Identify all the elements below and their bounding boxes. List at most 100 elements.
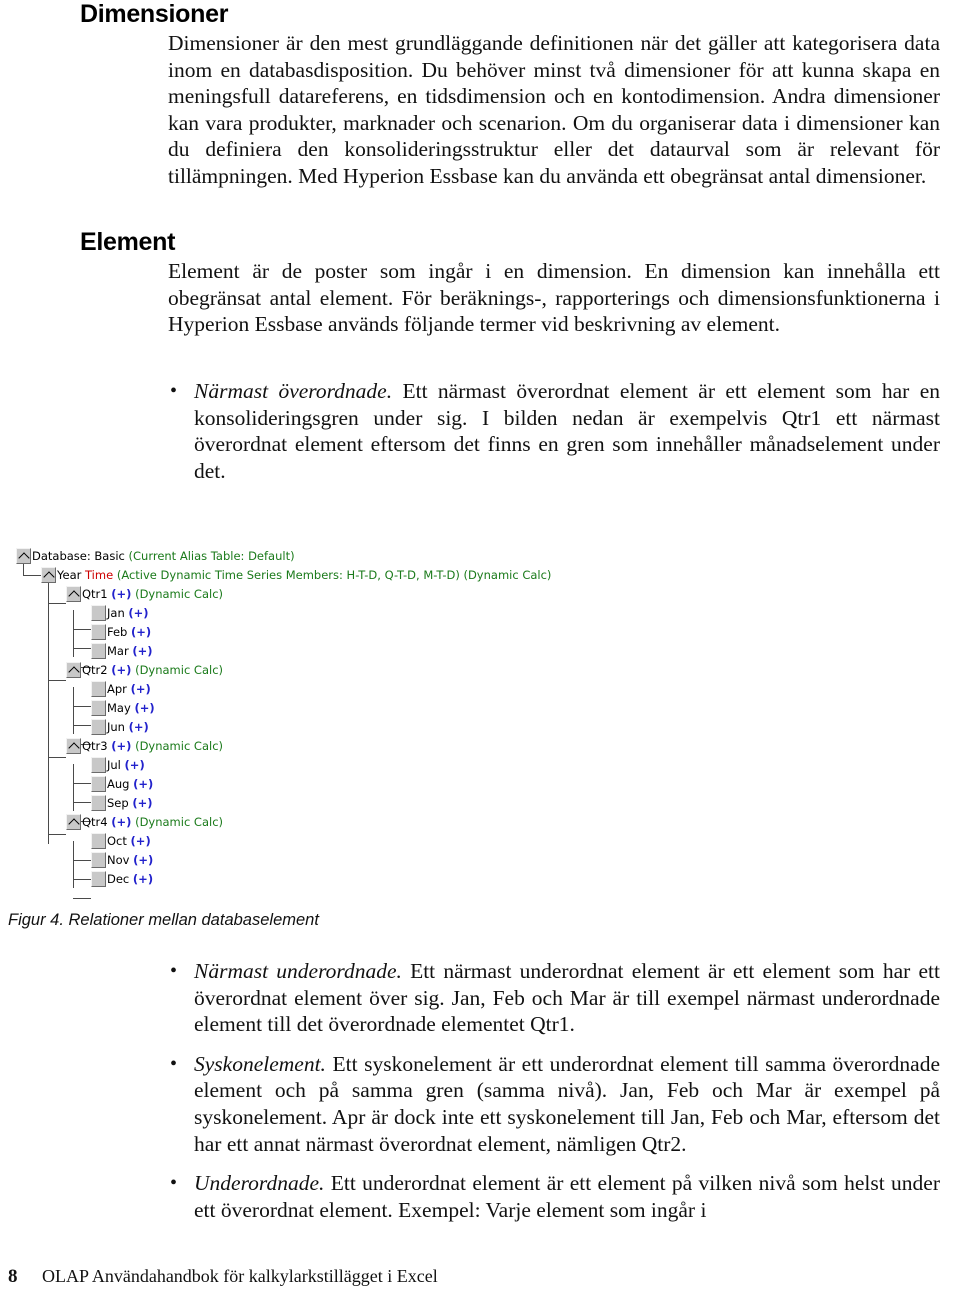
tree-node-jul[interactable]: Jul (+) — [91, 755, 145, 774]
leaf-node-icon[interactable] — [91, 718, 106, 735]
tree-node-label: Jan (+) — [107, 607, 149, 619]
leaf-node-icon[interactable] — [91, 680, 106, 697]
leaf-node-icon[interactable] — [91, 642, 106, 659]
tree-node-mar[interactable]: Mar (+) — [91, 641, 153, 660]
tree-node-label: Mar (+) — [107, 645, 153, 657]
list-item-term: Underordnade. — [194, 1171, 325, 1196]
tree-node-jun[interactable]: Jun (+) — [91, 717, 149, 736]
tree-node-consolidation: (+) — [132, 871, 154, 886]
tree-node-consolidation: (+) — [111, 586, 132, 601]
tree-node-name: Sep — [107, 795, 129, 810]
figure-caption: Figur 4. Relationer mellan databaselemen… — [8, 911, 319, 929]
tree-connector-horizontal — [73, 725, 91, 726]
tree-node-name: Database: Basic — [32, 548, 125, 563]
tree-node-label: Qtr1 (+) (Dynamic Calc) — [82, 588, 223, 600]
tree-node-qtr1[interactable]: Qtr1 (+) (Dynamic Calc) — [66, 584, 223, 603]
section-body-dimensioner: Dimensioner är den mest grundläggande de… — [168, 31, 940, 188]
tree-node-apr[interactable]: Apr (+) — [91, 679, 151, 698]
tree-connector-horizontal — [73, 783, 91, 784]
branch-node-icon[interactable] — [66, 737, 81, 754]
tree-node-label: Jul (+) — [107, 759, 145, 771]
tree-node-note: (Dynamic Calc) — [135, 814, 224, 829]
tree-node-label: Nov (+) — [107, 854, 153, 866]
leaf-node-icon[interactable] — [91, 794, 106, 811]
leaf-node-icon[interactable] — [91, 832, 106, 849]
tree-node-qtr2[interactable]: Qtr2 (+) (Dynamic Calc) — [66, 660, 223, 679]
tree-node-name: Dec — [107, 871, 130, 886]
tree-node-dec[interactable]: Dec (+) — [91, 869, 153, 888]
tree-connector-horizontal — [48, 834, 66, 835]
tree-connector-horizontal — [23, 575, 41, 576]
tree-node-name: Qtr1 — [82, 586, 108, 601]
tree-connector-horizontal — [48, 757, 66, 758]
tree-node-consolidation: (+) — [133, 852, 154, 867]
leaf-node-icon[interactable] — [91, 775, 106, 792]
bullet-dot-icon: • — [170, 380, 178, 402]
tree-connector-vertical — [73, 841, 74, 888]
branch-node-icon[interactable] — [41, 566, 56, 583]
tree-node-name: Jul — [107, 757, 121, 772]
tree-node-nov[interactable]: Nov (+) — [91, 850, 153, 869]
tree-connector-vertical — [73, 764, 74, 811]
tree-node-year[interactable]: Year Time (Active Dynamic Time Series Me… — [41, 565, 551, 584]
bullet-dot-icon: • — [170, 960, 178, 982]
tree-node-name: Jun — [107, 719, 125, 734]
leaf-node-icon[interactable] — [91, 699, 106, 716]
tree-node-consolidation: (+) — [130, 681, 151, 696]
leaf-node-icon[interactable] — [91, 756, 106, 773]
tree-node-consolidation: (+) — [128, 719, 149, 734]
tree-node-aug[interactable]: Aug (+) — [91, 774, 153, 793]
tree-node-consolidation: (+) — [132, 643, 153, 658]
bullet-list-before-figure: • Närmast överordnade. Ett närmast överor… — [168, 378, 940, 484]
tree-node-note: (Active Dynamic Time Series Members: H-T… — [116, 567, 552, 582]
tree-node-qtr4[interactable]: Qtr4 (+) (Dynamic Calc) — [66, 812, 223, 831]
tree-node-name: Qtr2 — [82, 662, 108, 677]
tree-node-label: Apr (+) — [107, 683, 151, 695]
tree-node-may[interactable]: May (+) — [91, 698, 155, 717]
page-number: 8 — [8, 1266, 18, 1287]
tree-node-consolidation: (+) — [131, 624, 152, 639]
tree-node-oct[interactable]: Oct (+) — [91, 831, 151, 850]
page-footer: 8 OLAP Användahandbok för kalkylarkstill… — [8, 1266, 438, 1288]
tree-node-label: Jun (+) — [107, 721, 149, 733]
tree-node-database[interactable]: Database: Basic (Current Alias Table: De… — [16, 546, 295, 565]
tree-node-name: Oct — [107, 833, 127, 848]
tree-connector-vertical — [73, 610, 74, 657]
section-heading-element: Element — [80, 228, 176, 256]
tree-node-name: Apr — [107, 681, 127, 696]
tree-connector-vertical — [48, 582, 49, 844]
tree-node-label: Qtr2 (+) (Dynamic Calc) — [82, 664, 223, 676]
tree-node-note: (Dynamic Calc) — [135, 586, 224, 601]
tree-node-feb[interactable]: Feb (+) — [91, 622, 151, 641]
tree-node-name: Aug — [107, 776, 130, 791]
tree-node-consolidation: (+) — [124, 757, 145, 772]
tree-connector-horizontal — [48, 680, 66, 681]
tree-connector-horizontal — [48, 603, 66, 604]
tree-node-qtr3[interactable]: Qtr3 (+) (Dynamic Calc) — [66, 736, 223, 755]
tree-connector-horizontal — [73, 706, 91, 707]
leaf-node-icon[interactable] — [91, 623, 106, 640]
tree-node-sep[interactable]: Sep (+) — [91, 793, 153, 812]
tree-node-note: (Current Alias Table: Default) — [128, 548, 295, 563]
footer-title: OLAP Användahandbok för kalkylarkstilläg… — [42, 1266, 438, 1286]
tree-node-name: Feb — [107, 624, 128, 639]
list-item: • Underordnade. Ett underordnat element ä… — [168, 1170, 940, 1223]
tree-node-jan[interactable]: Jan (+) — [91, 603, 149, 622]
tree-connector-horizontal — [73, 629, 91, 630]
leaf-node-icon[interactable] — [91, 851, 106, 868]
tree-node-name: May — [107, 700, 131, 715]
list-item: • Närmast överordnade. Ett närmast överor… — [168, 378, 940, 484]
branch-node-icon[interactable] — [16, 547, 31, 564]
leaf-node-icon[interactable] — [91, 870, 106, 887]
branch-node-icon[interactable] — [66, 661, 81, 678]
tree-node-label: Oct (+) — [107, 835, 151, 847]
list-item-term: Närmast överordnade. — [194, 379, 393, 403]
branch-node-icon[interactable] — [66, 585, 81, 602]
tree-node-label: Database: Basic (Current Alias Table: De… — [32, 550, 295, 562]
list-item-term: Närmast underordnade. — [194, 959, 402, 983]
leaf-node-icon[interactable] — [91, 604, 106, 621]
bullet-list-after-figure: • Närmast underordnade. Ett närmast under… — [168, 958, 940, 1223]
tree-node-alias: Time — [85, 567, 114, 582]
tree-node-consolidation: (+) — [130, 833, 151, 848]
branch-node-icon[interactable] — [66, 813, 81, 830]
